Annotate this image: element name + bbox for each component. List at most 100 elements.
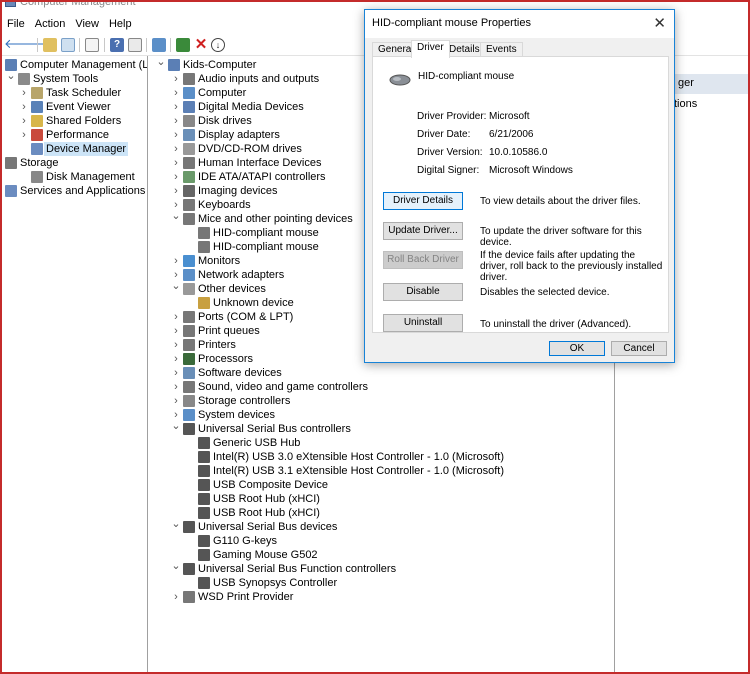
device-tree-item[interactable]: USB Root Hub (xHCI): [150, 492, 614, 506]
console-tree-item[interactable]: › Shared Folders: [2, 114, 147, 128]
chevron-right-icon[interactable]: ›: [19, 86, 29, 100]
device-tree-item[interactable]: › Software devices: [150, 366, 614, 380]
chevron-right-icon[interactable]: ›: [171, 380, 181, 394]
chevron-right-icon[interactable]: ›: [171, 72, 181, 86]
tree-item-label: Gaming Mouse G502: [213, 549, 318, 561]
update-driver-icon[interactable]: [176, 38, 190, 52]
console-tree-item[interactable]: › Performance: [2, 128, 147, 142]
chevron-right-icon[interactable]: ›: [19, 128, 29, 142]
close-icon[interactable]: ✕: [653, 14, 666, 32]
chevron-right-icon[interactable]: ›: [171, 100, 181, 114]
device-tree-item[interactable]: Intel(R) USB 3.0 eXtensible Host Control…: [150, 450, 614, 464]
console-tree-item[interactable]: › Event Viewer: [2, 100, 147, 114]
tree-item-label: Human Interface Devices: [198, 157, 322, 169]
ide-controller-icon: [183, 171, 195, 183]
chevron-right-icon[interactable]: ›: [171, 394, 181, 408]
tree-item-label: System devices: [198, 409, 276, 421]
back-arrow-icon[interactable]: 🡐: [4, 37, 39, 52]
mouse-icon: [198, 227, 210, 239]
chevron-right-icon[interactable]: ›: [171, 366, 181, 380]
console-tree-item[interactable]: ⌄ Storage: [2, 155, 147, 170]
computer-management-app-icon: [5, 2, 16, 7]
menu-help[interactable]: Help: [104, 16, 137, 34]
chevron-right-icon[interactable]: ›: [19, 114, 29, 128]
chevron-down-icon[interactable]: ⌄: [2, 155, 3, 166]
device-tree-item[interactable]: Generic USB Hub: [150, 436, 614, 450]
chevron-down-icon[interactable]: ⌄: [156, 57, 166, 68]
chevron-right-icon[interactable]: ›: [171, 86, 181, 100]
device-tree-item[interactable]: USB Root Hub (xHCI): [150, 506, 614, 520]
console-tree-item[interactable]: › Services and Applications: [2, 184, 147, 198]
device-tree-item[interactable]: Intel(R) USB 3.1 eXtensible Host Control…: [150, 464, 614, 478]
device-tree-item[interactable]: USB Synopsys Controller: [150, 576, 614, 590]
device-tree-item[interactable]: ⌄ Universal Serial Bus Function controlle…: [150, 561, 614, 576]
device-tree-item[interactable]: G110 G-keys: [150, 534, 614, 548]
ok-button[interactable]: OK: [549, 341, 605, 356]
console-tree-item[interactable]: Disk Management: [2, 170, 147, 184]
chevron-right-icon[interactable]: ›: [171, 352, 181, 366]
tree-item-label: Keyboards: [198, 199, 251, 211]
device-tree-item[interactable]: › System devices: [150, 408, 614, 422]
chevron-right-icon[interactable]: ›: [171, 142, 181, 156]
chevron-right-icon[interactable]: ›: [171, 170, 181, 184]
task-scheduler-icon: [31, 87, 43, 99]
tree-item-label: Digital Media Devices: [198, 101, 304, 113]
cancel-button[interactable]: Cancel: [611, 341, 667, 356]
chevron-right-icon[interactable]: ›: [171, 324, 181, 338]
chevron-right-icon[interactable]: ›: [171, 310, 181, 324]
scan-hardware-icon[interactable]: [152, 38, 166, 52]
up-folder-icon[interactable]: [43, 38, 57, 52]
menu-action[interactable]: Action: [30, 16, 71, 34]
tree-item-label: USB Composite Device: [213, 479, 328, 491]
chevron-right-icon[interactable]: ›: [171, 590, 181, 604]
tree-item-label: Imaging devices: [198, 185, 278, 197]
driver-details-button[interactable]: Driver Details: [383, 192, 463, 210]
device-tree-item[interactable]: › Sound, video and game controllers: [150, 380, 614, 394]
device-tree-item[interactable]: Gaming Mouse G502: [150, 548, 614, 562]
console-tree-item[interactable]: Device Manager: [2, 142, 147, 156]
chevron-right-icon[interactable]: ›: [171, 156, 181, 170]
chevron-down-icon[interactable]: ⌄: [171, 421, 181, 432]
chevron-right-icon[interactable]: ›: [19, 100, 29, 114]
menu-file[interactable]: File: [2, 16, 30, 34]
usb-icon: [183, 563, 195, 575]
window-title: Computer Management: [20, 0, 136, 8]
device-tree-item[interactable]: › Storage controllers: [150, 394, 614, 408]
console-tree-item[interactable]: › Task Scheduler: [2, 86, 147, 100]
chevron-down-icon[interactable]: ⌄: [6, 71, 16, 82]
help-icon[interactable]: ?: [110, 38, 124, 52]
device-tree-item[interactable]: ⌄ Universal Serial Bus devices: [150, 519, 614, 534]
console-tree-item[interactable]: ⌄ System Tools: [2, 71, 147, 86]
disable-device-icon[interactable]: ↓: [211, 38, 225, 52]
console-tree-item[interactable]: Computer Management (Local: [2, 58, 147, 72]
update-driver-button[interactable]: Update Driver...: [383, 222, 463, 240]
chevron-down-icon[interactable]: ⌄: [171, 519, 181, 530]
device-tree-item[interactable]: USB Composite Device: [150, 478, 614, 492]
chevron-down-icon[interactable]: ⌄: [171, 281, 181, 292]
forward-arrow-icon[interactable]: 🡒: [20, 37, 55, 52]
chevron-right-icon[interactable]: ›: [2, 184, 3, 198]
show-hide-action-pane-icon[interactable]: [128, 38, 142, 52]
uninstall-device-icon[interactable]: ✕: [194, 37, 208, 52]
dvd-drive-icon: [183, 143, 195, 155]
disable-device-button[interactable]: Disable: [383, 283, 463, 301]
chevron-right-icon[interactable]: ›: [171, 254, 181, 268]
chevron-right-icon[interactable]: ›: [171, 114, 181, 128]
roll-back-driver-button[interactable]: Roll Back Driver: [383, 251, 463, 269]
tab-events[interactable]: Events: [480, 42, 523, 57]
uninstall-driver-button[interactable]: Uninstall: [383, 314, 463, 332]
chevron-down-icon[interactable]: ⌄: [171, 211, 181, 222]
actions-more-actions[interactable]: tions: [674, 98, 697, 110]
printer-icon: [183, 339, 195, 351]
device-tree-item[interactable]: › WSD Print Provider: [150, 590, 614, 604]
chevron-right-icon[interactable]: ›: [171, 184, 181, 198]
tab-driver[interactable]: Driver: [411, 40, 450, 58]
chevron-down-icon[interactable]: ⌄: [171, 561, 181, 572]
chevron-right-icon[interactable]: ›: [171, 338, 181, 352]
properties-icon[interactable]: [85, 38, 99, 52]
speaker-icon: [183, 73, 195, 85]
chevron-right-icon[interactable]: ›: [171, 128, 181, 142]
show-hide-tree-icon[interactable]: [61, 38, 75, 52]
menu-view[interactable]: View: [70, 16, 104, 34]
device-tree-item[interactable]: ⌄ Universal Serial Bus controllers: [150, 421, 614, 436]
